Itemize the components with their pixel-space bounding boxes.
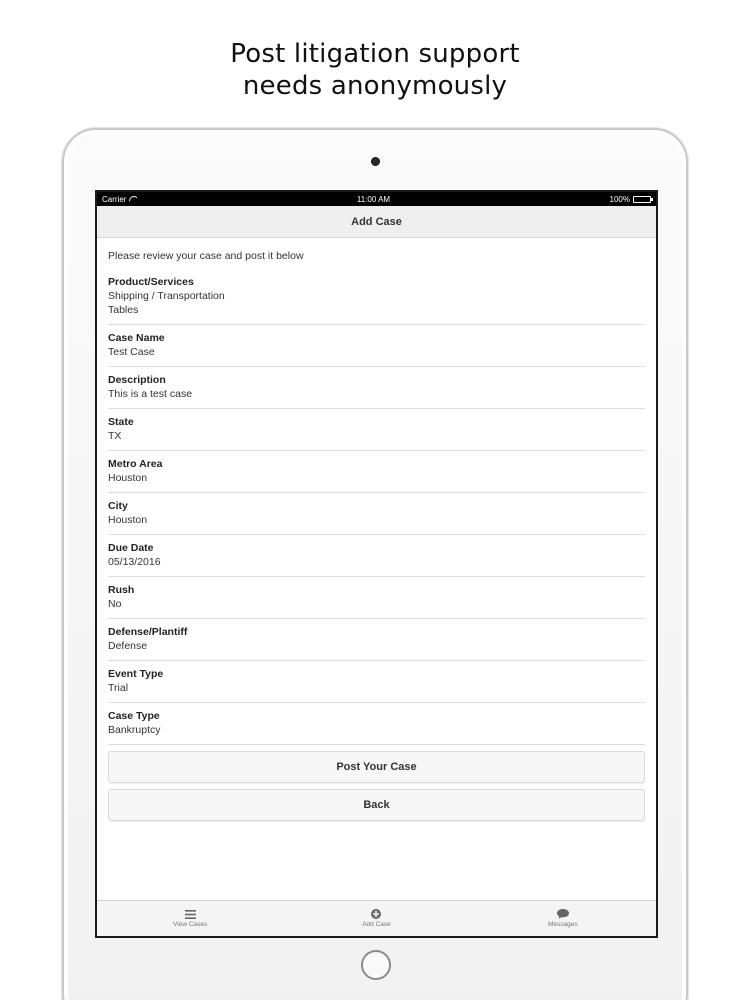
battery-icon [632,195,653,203]
chat-bubble-icon [556,909,569,919]
tab-bar: View Cases Add Case Messages [97,900,656,936]
field-row: Rush No [108,577,645,619]
field-value: Houston [108,514,148,526]
tab-messages[interactable]: Messages [503,909,623,928]
field-row: Description This is a test case [108,367,645,409]
page-title: Add Case [351,215,402,228]
status-bar: Carrier 11:00 AM 100% [97,192,656,206]
tab-label: Messages [548,921,578,928]
field-label: Metro Area [108,458,163,470]
field-label: Defense/Plantiff [108,626,188,638]
list-icon [184,909,196,919]
tab-view-cases[interactable]: View Cases [130,909,250,928]
tab-label: Add Case [362,921,391,928]
field-value: Bankruptcy [108,724,161,736]
field-row: Defense/Plantiff Defense [108,619,645,661]
carrier-label: Carrier [102,194,127,204]
field-value: Shipping / Transportation [108,290,225,302]
field-row: Event Type Trial [108,661,645,703]
tab-label: View Cases [173,920,208,928]
battery-percent: 100% [609,194,630,204]
field-value: Defense [108,640,148,652]
field-label: Product/Services [108,276,194,288]
field-label: Due Date [108,542,154,554]
field-value: Trial [108,682,129,694]
camera-icon [371,157,380,166]
field-value: No [108,598,122,610]
field-list: Product/Services Shipping / Transportatio… [108,275,645,745]
field-value: This is a test case [108,388,193,400]
field-label: Case Type [108,710,160,722]
field-row: Case Name Test Case [108,325,645,367]
field-value: Houston [108,472,148,484]
case-review-form: Please review your case and post it belo… [97,238,656,821]
field-value: 05/13/2016 [108,556,161,568]
nav-bar: Add Case [97,206,656,238]
field-value: Tables [108,304,139,316]
post-case-button[interactable]: Post Your Case [108,751,645,783]
tab-add-case[interactable]: Add Case [316,909,436,928]
field-label: Description [108,374,166,386]
field-row: Metro Area Houston [108,451,645,493]
headline-line-2: needs anonymously [242,71,508,101]
app-screen: Carrier 11:00 AM 100% Add Case Please re… [95,190,658,938]
back-button[interactable]: Back [108,789,645,821]
wifi-icon [129,196,137,202]
plus-circle-icon [371,909,382,919]
field-label: Rush [108,584,135,596]
intro-text: Please review your case and post it belo… [108,250,304,262]
field-label: Event Type [108,668,164,680]
field-row: Case Type Bankruptcy [108,703,645,745]
field-row: State TX [108,409,645,451]
tablet-frame: Carrier 11:00 AM 100% Add Case Please re… [62,128,688,1000]
field-label: City [108,500,128,512]
field-value: TX [108,430,122,442]
field-label: Case Name [108,332,165,344]
headline-line-1: Post litigation support [230,39,520,69]
home-button[interactable] [361,950,391,980]
field-row: Product/Services Shipping / Transportatio… [108,275,645,325]
field-label: State [108,416,134,428]
headline: Post litigation support needs anonymousl… [0,38,750,102]
field-row: City Houston [108,493,645,535]
status-time: 11:00 AM [356,194,391,204]
field-row: Due Date 05/13/2016 [108,535,645,577]
field-value: Test Case [108,346,155,358]
